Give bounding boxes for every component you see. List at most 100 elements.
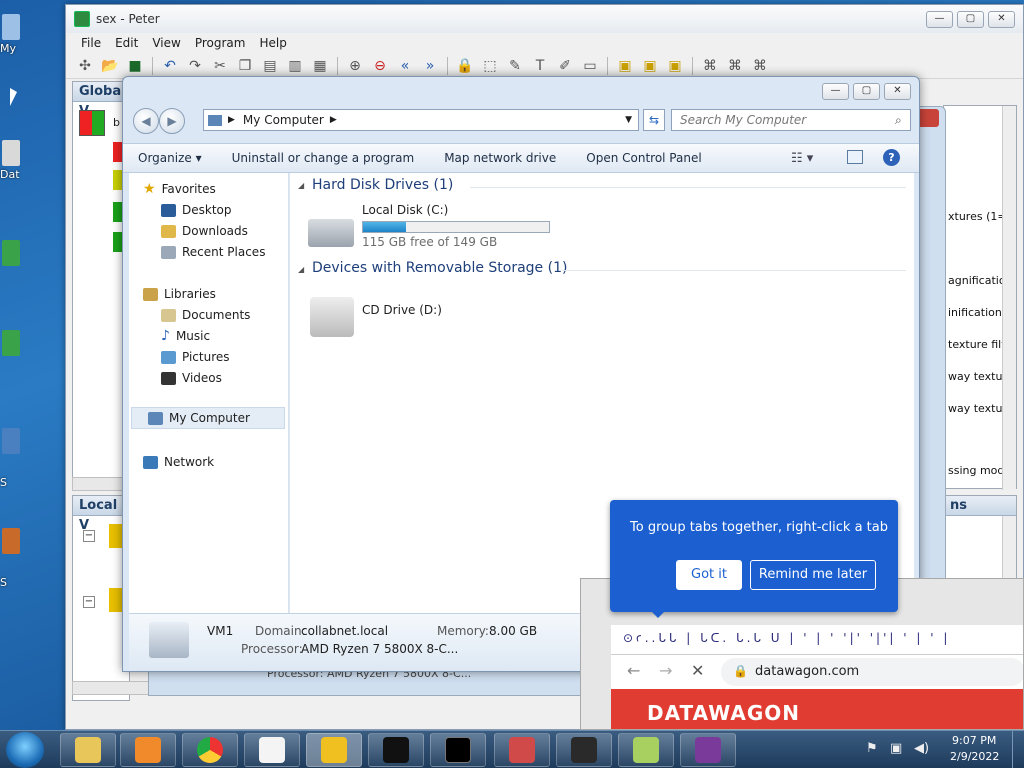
disk-name[interactable]: Local Disk (C:) <box>362 203 448 217</box>
collapse-icon[interactable]: − <box>83 530 95 542</box>
collapse-group-icon[interactable]: ◢ <box>298 181 304 190</box>
select-icon[interactable]: ⬚ <box>479 56 501 76</box>
volume-icon[interactable]: ◀) <box>914 741 929 756</box>
maximize-button[interactable]: ▢ <box>853 83 880 100</box>
taskbar-rabbit[interactable] <box>244 733 300 767</box>
clock-date[interactable]: 2/9/2022 <box>950 750 999 763</box>
desktop-icon-s2[interactable]: S <box>0 528 22 589</box>
zoom-out-icon[interactable]: ⊖ <box>369 56 391 76</box>
minimize-button[interactable]: — <box>926 11 953 28</box>
save-icon[interactable]: ■ <box>124 56 146 76</box>
network-tray-icon[interactable]: ▣ <box>890 741 902 756</box>
binoculars-icon[interactable]: ⌘ <box>699 56 721 76</box>
search-icon[interactable]: ⌕ <box>895 113 902 128</box>
tree-icon[interactable]: ✣ <box>74 56 96 76</box>
control-panel-button[interactable]: Open Control Panel <box>571 151 716 165</box>
unlock2-icon[interactable]: ▣ <box>664 56 686 76</box>
desktop-icon-computer[interactable]: My <box>0 14 22 55</box>
breadcrumb-arrow-icon[interactable]: ▶ <box>330 115 337 125</box>
nav-recent[interactable]: Recent Places <box>161 242 265 262</box>
group-header-removable[interactable]: Devices with Removable Storage (1) <box>312 260 567 276</box>
lock-yellow-icon[interactable]: ▣ <box>614 56 636 76</box>
taskbar-folder2[interactable] <box>618 733 674 767</box>
nav-videos[interactable]: Videos <box>161 368 222 388</box>
uninstall-button[interactable]: Uninstall or change a program <box>217 151 430 165</box>
edit-icon[interactable]: ✐ <box>554 56 576 76</box>
back-arrow-icon[interactable]: ← <box>627 661 640 680</box>
nav-music[interactable]: ♪ Music <box>161 326 210 346</box>
nav-my-computer[interactable]: My Computer <box>131 407 285 429</box>
map-drive-button[interactable]: Map network drive <box>429 151 571 165</box>
nav-downloads[interactable]: Downloads <box>161 221 248 241</box>
minimize-button[interactable]: — <box>822 83 849 100</box>
organize-button[interactable]: Organize ▾ <box>123 151 217 165</box>
vertical-scrollbar[interactable] <box>1002 516 1016 586</box>
menu-file[interactable]: File <box>74 36 108 50</box>
open-icon[interactable]: 📂 <box>99 56 121 76</box>
taskbar-terminal[interactable] <box>430 733 486 767</box>
taskbar-explorer[interactable] <box>60 733 116 767</box>
desktop-icon-app[interactable] <box>0 240 22 280</box>
breadcrumb-arrow-icon[interactable]: ▶ <box>228 115 235 125</box>
copy-icon[interactable]: ❐ <box>234 56 256 76</box>
refresh-button[interactable]: ⇆ <box>643 109 665 131</box>
explorer-titlebar[interactable] <box>123 77 919 107</box>
nav-desktop[interactable]: Desktop <box>161 200 232 220</box>
find-next-icon[interactable]: ⌘ <box>749 56 771 76</box>
clock-time[interactable]: 9:07 PM <box>952 734 996 747</box>
forward-arrow-icon[interactable]: → <box>659 661 672 680</box>
cd-drive-name[interactable]: CD Drive (D:) <box>362 303 442 317</box>
close-button[interactable]: ✕ <box>884 83 911 100</box>
desktop-icon-s1[interactable]: S <box>0 428 22 489</box>
url-bar[interactable]: 🔒 datawagon.com <box>721 658 1023 686</box>
taskbar-ide[interactable] <box>306 733 362 767</box>
nav-libraries[interactable]: Libraries <box>143 284 216 304</box>
hard-disk-icon[interactable] <box>308 219 354 247</box>
taskbar-help[interactable] <box>680 733 736 767</box>
taskbar-chrome[interactable] <box>182 733 238 767</box>
view-options-icon[interactable]: ☷ ▾ <box>791 151 813 166</box>
cd-drive-icon[interactable] <box>310 297 354 337</box>
global-root-icon[interactable] <box>79 110 105 136</box>
nav-network[interactable]: Network <box>143 452 214 472</box>
taskbar-app[interactable] <box>556 733 612 767</box>
back-button[interactable]: ◀ <box>133 108 159 134</box>
back-icon[interactable]: « <box>394 56 416 76</box>
menu-program[interactable]: Program <box>188 36 253 50</box>
taskbar-oscilloscope[interactable] <box>368 733 424 767</box>
vertical-scrollbar[interactable] <box>1002 106 1016 490</box>
window-icon[interactable]: ▭ <box>579 56 601 76</box>
nav-documents[interactable]: Documents <box>161 305 250 325</box>
pen-icon[interactable]: ✎ <box>504 56 526 76</box>
undo-icon[interactable]: ↶ <box>159 56 181 76</box>
maximize-button[interactable]: ▢ <box>957 11 984 28</box>
menu-view[interactable]: View <box>145 36 187 50</box>
text-icon[interactable]: T <box>529 56 551 76</box>
group-header-hdd[interactable]: Hard Disk Drives (1) <box>312 177 453 193</box>
start-button[interactable] <box>6 732 44 768</box>
breadcrumb[interactable]: My Computer <box>243 113 324 127</box>
help-icon[interactable]: ? <box>883 149 900 166</box>
taskbar-media[interactable] <box>120 733 176 767</box>
url-text[interactable]: datawagon.com <box>755 664 859 679</box>
lock-icon[interactable]: 🔒 <box>454 56 476 76</box>
zoom-in-icon[interactable]: ⊕ <box>344 56 366 76</box>
preview-pane-icon[interactable] <box>847 150 863 164</box>
collapse-group-icon[interactable]: ◢ <box>298 265 304 274</box>
stop-loading-icon[interactable]: ✕ <box>691 661 704 680</box>
nav-pictures[interactable]: Pictures <box>161 347 230 367</box>
delete-icon[interactable]: ▥ <box>284 56 306 76</box>
desktop-icon-data[interactable]: Dat <box>0 140 22 181</box>
menu-edit[interactable]: Edit <box>108 36 145 50</box>
close-button[interactable]: ✕ <box>988 11 1015 28</box>
collapse-icon[interactable]: − <box>83 596 95 608</box>
site-logo[interactable]: DATAWAGON <box>647 701 800 725</box>
menu-help[interactable]: Help <box>252 36 293 50</box>
unlock-icon[interactable]: ▣ <box>639 56 661 76</box>
cut-icon[interactable]: ✂ <box>209 56 231 76</box>
address-bar[interactable]: ▶ My Computer ▶ ▼ <box>203 109 639 131</box>
desktop-icon-app2[interactable] <box>0 330 22 370</box>
find-icon[interactable]: ⌘ <box>724 56 746 76</box>
got-it-button[interactable]: Got it <box>676 560 742 590</box>
ide-titlebar[interactable]: sex - Peter — ▢ ✕ <box>66 5 1023 33</box>
